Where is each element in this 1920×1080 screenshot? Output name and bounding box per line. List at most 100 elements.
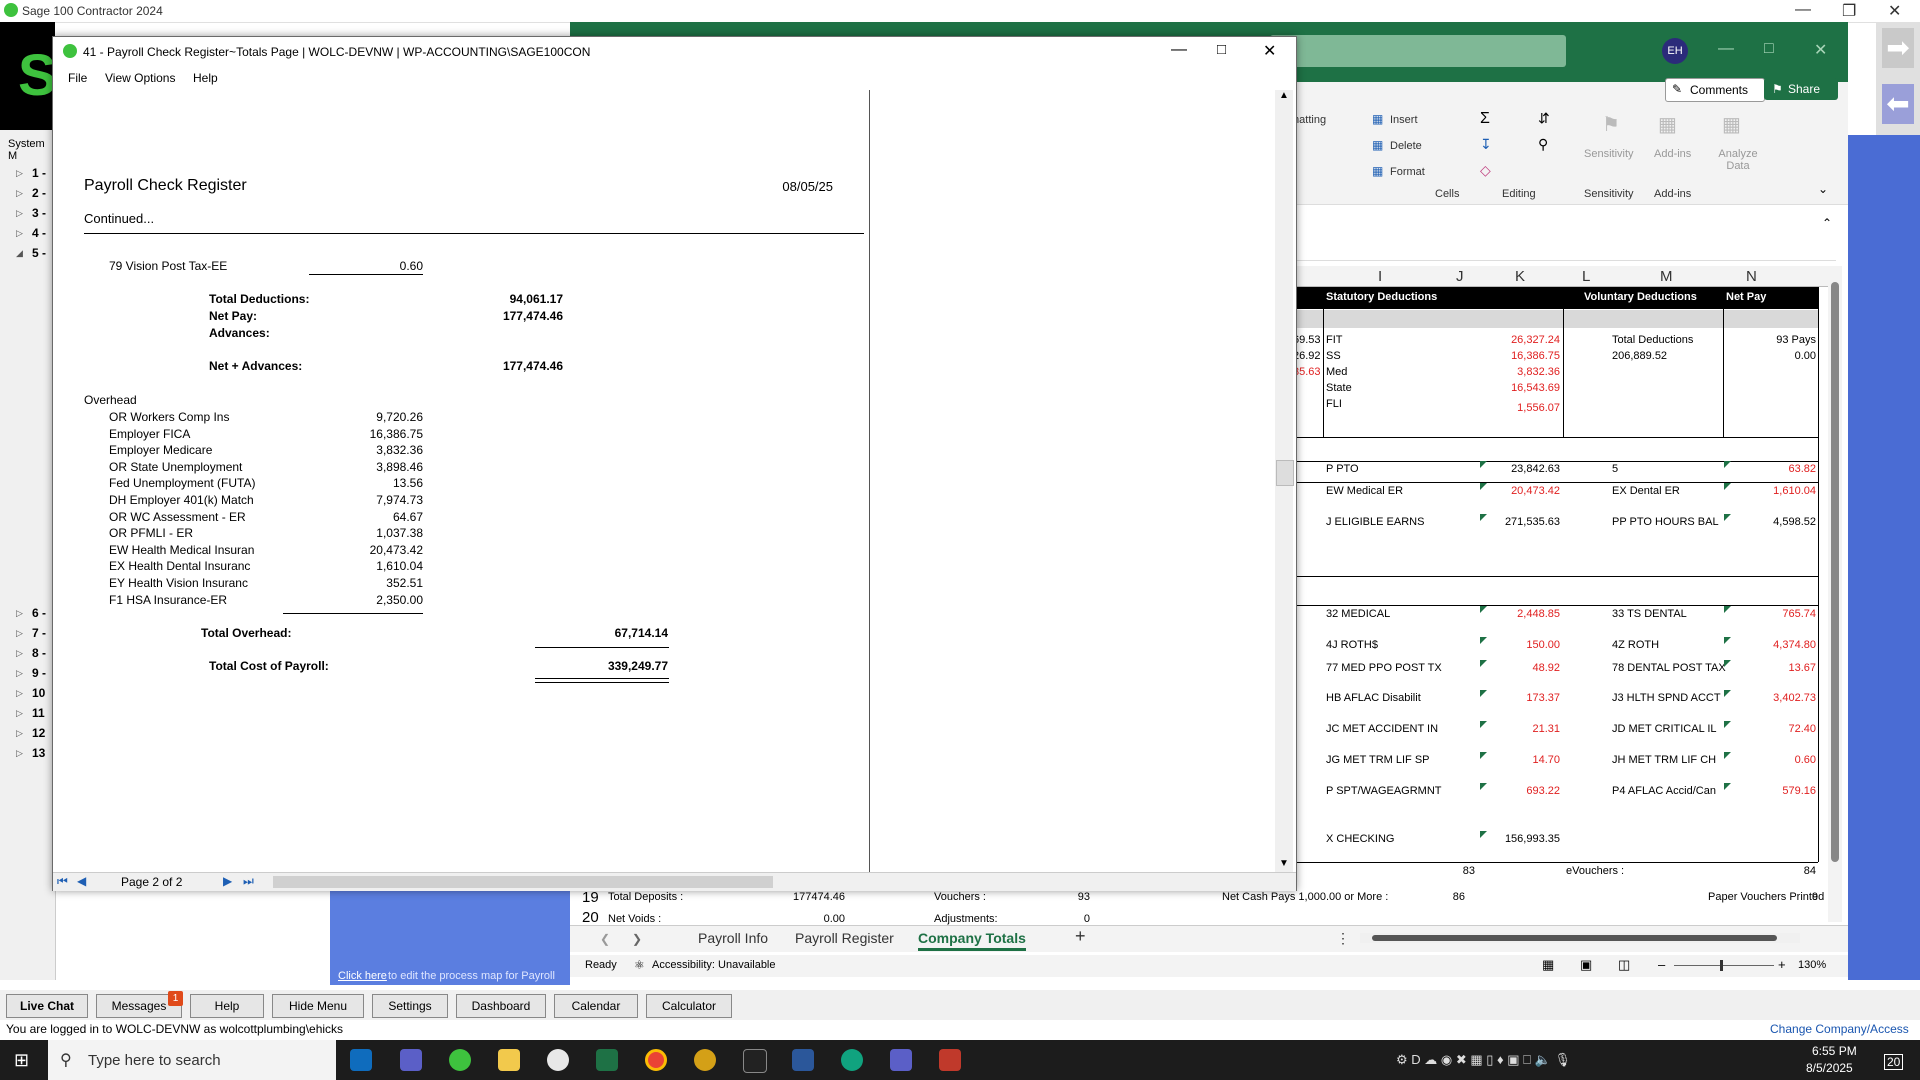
deduction-value[interactable]: 173.37 <box>1480 692 1560 704</box>
deduction-value[interactable]: 13.67 <box>1730 662 1816 674</box>
deduction-label[interactable]: EW Medical ER <box>1326 485 1403 497</box>
tab-scroll-right-icon[interactable]: ❯ <box>632 932 642 946</box>
pdf-app-icon[interactable] <box>743 1049 767 1073</box>
scroll-down-icon[interactable]: ▼ <box>1279 858 1289 869</box>
fill-icon[interactable]: ↧ <box>1480 136 1492 153</box>
deduction-value[interactable]: 693.22 <box>1480 785 1560 797</box>
menu-view-options[interactable]: View Options <box>105 71 175 85</box>
sage-taskbar-icon[interactable] <box>449 1049 471 1071</box>
evouchers-value[interactable]: 84 <box>1786 865 1816 877</box>
tray-icons[interactable]: ⚙ D ☁ ◉ ✖ ▦ ▯ ♦ ▣ ⎕ 🔈 🎙 <box>1396 1052 1571 1068</box>
deduction-label[interactable]: 4J ROTH$ <box>1326 639 1378 651</box>
menu-row[interactable]: 6 - <box>32 606 46 620</box>
minimize-icon[interactable]: — <box>1795 1 1811 19</box>
deduction-label[interactable]: 33 TS DENTAL <box>1612 608 1687 620</box>
evouchers-label[interactable]: eVouchers : <box>1566 865 1624 877</box>
zoom-level[interactable]: 130% <box>1798 959 1826 971</box>
netcash-label[interactable]: Net Cash Pays 1,000.00 or More : <box>1222 891 1388 903</box>
deduction-label[interactable]: P4 AFLAC Accid/Can <box>1612 785 1716 797</box>
zoom-slider-thumb[interactable] <box>1720 960 1723 971</box>
deduction-label[interactable]: P SPT/WAGEAGRMNT <box>1326 785 1442 797</box>
adjustments-label[interactable]: Adjustments: <box>934 913 998 925</box>
tab-scroll-left-icon[interactable]: ❮ <box>600 932 610 946</box>
zoom-in-icon[interactable]: + <box>1778 957 1786 972</box>
formula-expand-icon[interactable]: ⌃ <box>1822 216 1832 230</box>
restore-icon[interactable]: ❐ <box>1842 1 1856 21</box>
stat-value[interactable]: 16,543.69 <box>1480 382 1560 394</box>
stat-label[interactable]: FLI <box>1326 398 1342 410</box>
deduction-label[interactable]: X CHECKING <box>1326 833 1394 845</box>
menu-row[interactable]: 9 - <box>32 666 46 680</box>
clock-date[interactable]: 8/5/2025 <box>1806 1061 1853 1075</box>
deduction-value[interactable]: 23,842.63 <box>1480 463 1560 475</box>
clock-time[interactable]: 6:55 PM <box>1812 1044 1857 1058</box>
outlook-icon[interactable] <box>350 1049 372 1071</box>
clear-icon[interactable]: ◇ <box>1480 162 1491 179</box>
taskbar-search[interactable]: ⚲ Type here to search <box>48 1040 336 1080</box>
expand-arrow-icon[interactable]: ▷ <box>16 628 23 639</box>
report-vscroll-thumb[interactable] <box>1276 460 1294 486</box>
tab-company-totals[interactable]: Company Totals <box>918 930 1026 951</box>
netcash-value[interactable]: 86 <box>1420 891 1465 903</box>
report-vscrollbar[interactable]: ▲ ▼ <box>1275 90 1294 872</box>
windows-start-icon[interactable]: ⊞ <box>14 1050 29 1071</box>
page-break-icon[interactable]: ◫ <box>1618 957 1630 973</box>
menu-row[interactable]: 12 <box>32 726 45 740</box>
menu-help[interactable]: Help <box>193 71 218 85</box>
stat-value[interactable]: 16,386.75 <box>1480 350 1560 362</box>
word-icon[interactable] <box>792 1049 814 1071</box>
partial-cell[interactable]: 69.53 <box>1293 334 1321 346</box>
deduction-value[interactable]: 765.74 <box>1730 608 1816 620</box>
next-page-icon[interactable]: ▶ <box>223 874 232 888</box>
col-header-i[interactable]: I <box>1378 268 1382 285</box>
app-icon[interactable] <box>939 1049 961 1071</box>
user-avatar[interactable]: EH <box>1662 38 1688 64</box>
deduction-label[interactable]: 5 <box>1612 463 1618 475</box>
ribbon-collapse-icon[interactable]: ⌄ <box>1818 182 1828 196</box>
last-page-icon[interactable]: ⏭ <box>243 874 254 889</box>
menu-row[interactable]: 2 - <box>32 186 46 200</box>
deduction-value[interactable]: 4,598.52 <box>1730 516 1816 528</box>
col-header-k[interactable]: K <box>1515 268 1525 285</box>
vouchers-label[interactable]: Vouchers : <box>934 891 986 903</box>
total-deductions-value[interactable]: 206,889.52 <box>1612 350 1667 362</box>
deduction-label[interactable]: 4Z ROTH <box>1612 639 1659 651</box>
stat-label[interactable]: Med <box>1326 366 1347 378</box>
deduction-label[interactable]: J ELIGIBLE EARNS <box>1326 516 1424 528</box>
expand-arrow-icon[interactable]: ▷ <box>16 728 23 739</box>
total-deductions-label[interactable]: Total Deductions <box>1612 334 1693 346</box>
count-cell[interactable]: 83 <box>1450 865 1475 877</box>
accessibility-status[interactable]: Accessibility: Unavailable <box>652 959 776 971</box>
chatgpt-icon[interactable] <box>841 1049 863 1071</box>
normal-view-icon[interactable]: ▦ <box>1542 957 1554 973</box>
pays-value[interactable]: 0.00 <box>1730 350 1816 362</box>
menu-row[interactable]: 3 - <box>32 206 46 220</box>
insert-button[interactable]: Insert <box>1390 114 1418 126</box>
stat-label[interactable]: State <box>1326 382 1352 394</box>
deduction-label[interactable]: JD MET CRITICAL IL <box>1612 723 1717 735</box>
deduction-value[interactable]: 14.70 <box>1480 754 1560 766</box>
report-hscroll-thumb[interactable] <box>273 876 773 888</box>
scroll-up-icon[interactable]: ▲ <box>1279 90 1289 101</box>
deduction-label[interactable]: HB AFLAC Disabilit <box>1326 692 1421 704</box>
expand-arrow-icon[interactable]: ▷ <box>16 648 23 659</box>
deduction-label[interactable]: 78 DENTAL POST TAX <box>1612 662 1726 674</box>
expand-arrow-icon[interactable]: ◢ <box>16 248 23 259</box>
report-maximize-icon[interactable]: □ <box>1217 41 1226 58</box>
menu-row[interactable]: 13 <box>32 746 45 760</box>
expand-arrow-icon[interactable]: ▷ <box>16 608 23 619</box>
deduction-value[interactable]: 1,610.04 <box>1730 485 1816 497</box>
h-scrollbar[interactable] <box>1360 933 1800 943</box>
page-layout-icon[interactable]: ▣ <box>1580 957 1592 973</box>
expand-arrow-icon[interactable]: ▷ <box>16 168 23 179</box>
formula-bar[interactable]: ⌃ <box>1290 210 1836 261</box>
stat-value[interactable]: 26,327.24 <box>1480 334 1560 346</box>
excel-minimize-icon[interactable]: — <box>1718 40 1734 58</box>
h-scroll-thumb[interactable] <box>1372 935 1777 941</box>
expand-arrow-icon[interactable]: ▷ <box>16 208 23 219</box>
menu-row[interactable]: 5 - <box>32 246 46 260</box>
expand-arrow-icon[interactable]: ▷ <box>16 688 23 699</box>
deduction-value[interactable]: 72.40 <box>1730 723 1816 735</box>
forward-arrow-icon[interactable]: ➡ <box>1882 28 1914 68</box>
expand-arrow-icon[interactable]: ▷ <box>16 668 23 679</box>
